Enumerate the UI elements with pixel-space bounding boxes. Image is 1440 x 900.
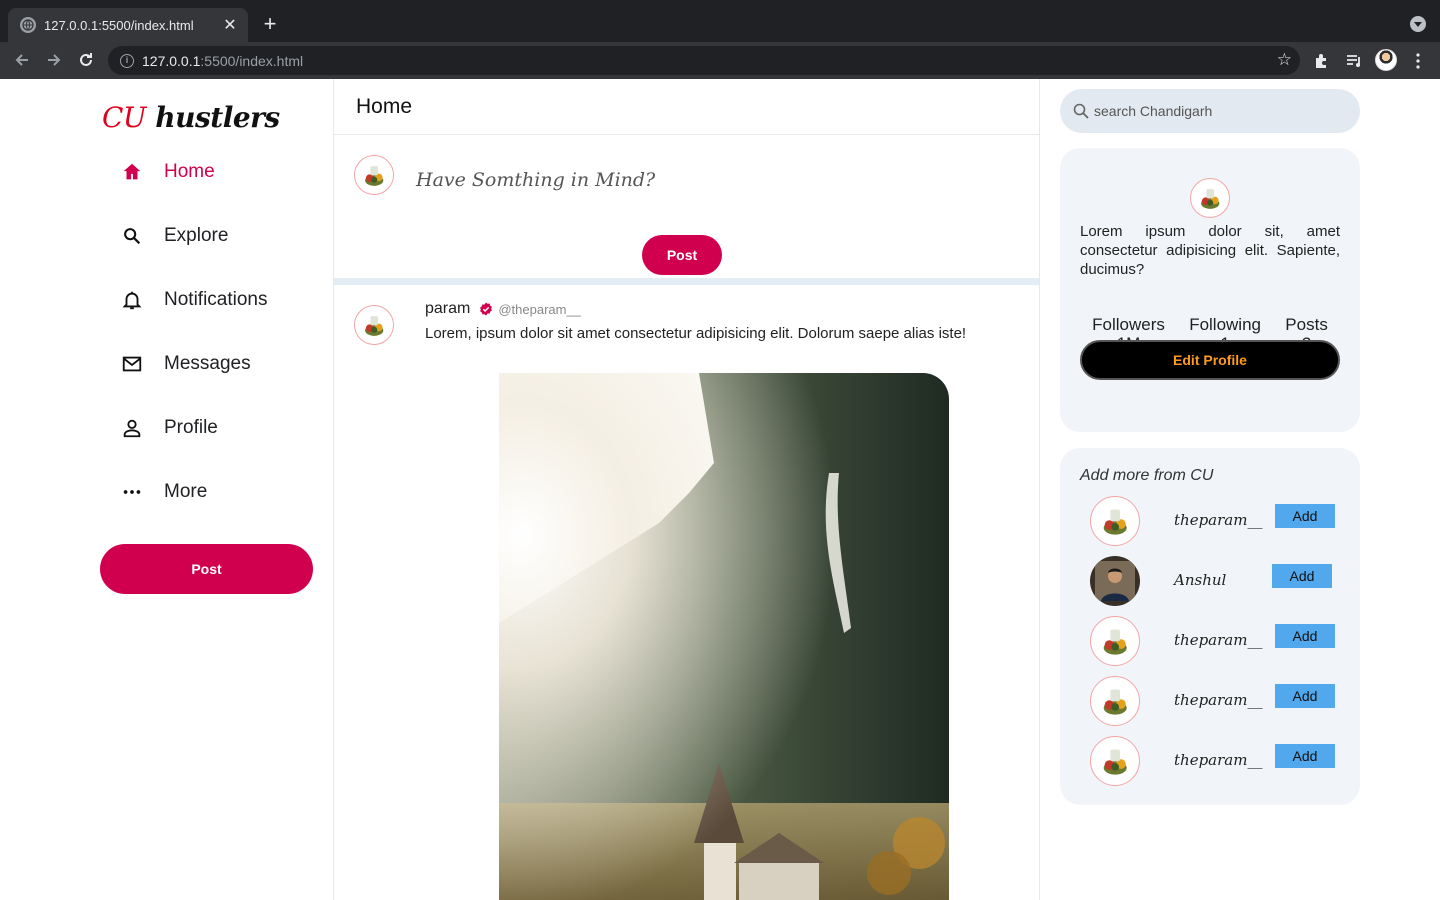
more-icon [120, 480, 144, 504]
avatar[interactable] [1090, 676, 1140, 726]
sidebar-item-more[interactable]: More [120, 477, 207, 507]
mail-icon [120, 352, 144, 376]
stat-label: Followers [1092, 315, 1165, 334]
feed-column: Home Have Somthing in Mind? Post param @… [333, 79, 1040, 900]
suggestion-row: theparam__ Add [1090, 736, 1340, 786]
new-tab-button[interactable]: + [258, 12, 282, 36]
stat-label: Following [1189, 315, 1261, 334]
suggestions-card: Add more from CU theparam__ Add Anshul A… [1060, 448, 1360, 805]
edit-profile-button[interactable]: Edit Profile [1080, 340, 1340, 380]
sidebar-item-profile[interactable]: Profile [120, 413, 218, 443]
info-icon[interactable]: i [120, 53, 134, 68]
post-text: Lorem, ipsum dolor sit amet consectetur … [425, 325, 967, 342]
add-button[interactable]: Add [1275, 624, 1335, 648]
search-icon [120, 224, 144, 248]
browser-tab[interactable]: 127.0.0.1:5500/index.html ✕ [8, 8, 248, 42]
post-composer: Have Somthing in Mind? Post [334, 135, 1039, 285]
logo-cu: CU [102, 101, 147, 134]
search-input[interactable] [1094, 103, 1334, 119]
avatar[interactable] [1190, 178, 1230, 218]
food-bowl-icon [1200, 188, 1220, 209]
reload-icon[interactable] [74, 48, 98, 72]
suggestion-name[interactable]: theparam__ [1174, 691, 1262, 709]
close-tab-icon[interactable]: ✕ [222, 15, 238, 35]
avatar[interactable] [354, 155, 394, 195]
post-header: param @theparam__ [425, 300, 581, 318]
profile-bio: Lorem ipsum dolor sit, amet consectetur … [1080, 223, 1340, 278]
extensions-icon[interactable] [1311, 50, 1333, 72]
browser-profile-avatar[interactable] [1375, 49, 1397, 71]
suggestion-row: theparam__ Add [1090, 676, 1340, 726]
profile-card: Lorem ipsum dolor sit, amet consectetur … [1060, 148, 1360, 432]
stat-label: Posts [1285, 315, 1328, 334]
sidebar-post-button[interactable]: Post [100, 544, 313, 594]
sidebar-item-label: Messages [164, 353, 251, 374]
back-arrow-icon[interactable] [10, 48, 34, 72]
suggestions-title: Add more from CU [1080, 467, 1214, 484]
logo[interactable]: CU hustlers [102, 101, 280, 134]
person-photo-icon [1095, 561, 1135, 601]
verified-badge-icon [480, 302, 493, 316]
sidebar-item-label: Explore [164, 225, 229, 246]
browser-toolbar: i 127.0.0.1:5500/index.html ☆ [0, 42, 1440, 79]
page: CU hustlers Home Explore Notifications M… [0, 79, 1440, 900]
media-control-icon[interactable] [1343, 50, 1365, 72]
post-image[interactable] [499, 373, 949, 900]
logo-hustlers: hustlers [146, 101, 280, 134]
bookmark-star-icon[interactable]: ☆ [1277, 51, 1292, 69]
add-button[interactable]: Add [1272, 564, 1332, 588]
avatar[interactable] [1090, 616, 1140, 666]
avatar[interactable] [354, 305, 394, 345]
composer-post-button[interactable]: Post [642, 235, 722, 275]
avatar[interactable] [1090, 736, 1140, 786]
browser-tabstrip: 127.0.0.1:5500/index.html ✕ + [0, 0, 1440, 42]
sidebar-item-notifications[interactable]: Notifications [120, 285, 268, 315]
globe-icon [20, 17, 36, 33]
food-bowl-icon [364, 165, 384, 186]
search-icon [1073, 103, 1089, 119]
suggestion-name[interactable]: theparam__ [1174, 631, 1262, 649]
sidebar-item-label: Profile [164, 417, 218, 438]
add-button[interactable]: Add [1275, 504, 1335, 528]
forward-arrow-icon[interactable] [42, 48, 66, 72]
suggestion-name[interactable]: theparam__ [1174, 511, 1262, 529]
post-author-name[interactable]: param [425, 300, 470, 318]
address-bar[interactable]: i 127.0.0.1:5500/index.html ☆ [108, 46, 1300, 75]
sidebar-item-label: Notifications [164, 289, 268, 310]
suggestion-row: theparam__ Add [1090, 616, 1340, 666]
food-bowl-icon [1103, 509, 1127, 535]
food-bowl-icon [1103, 689, 1127, 715]
browser-menu-icon[interactable] [1407, 50, 1429, 72]
add-button[interactable]: Add [1275, 744, 1335, 768]
bell-icon [120, 288, 144, 312]
sidebar-item-messages[interactable]: Messages [120, 349, 251, 379]
suggestion-row: Anshul Add [1090, 556, 1340, 606]
suggestion-row: theparam__ Add [1090, 496, 1340, 546]
tab-title: 127.0.0.1:5500/index.html [44, 17, 194, 33]
search-box[interactable] [1060, 89, 1360, 133]
person-icon [120, 416, 144, 440]
food-bowl-icon [364, 315, 384, 336]
sidebar-item-home[interactable]: Home [120, 157, 215, 187]
avatar[interactable] [1090, 496, 1140, 546]
food-bowl-icon [1103, 629, 1127, 655]
avatar[interactable] [1090, 556, 1140, 606]
suggestion-name[interactable]: Anshul [1174, 571, 1226, 589]
sidebar-item-label: More [164, 481, 208, 502]
food-bowl-icon [1103, 749, 1127, 775]
composer-prompt[interactable]: Have Somthing in Mind? [416, 169, 655, 191]
post-author-handle[interactable]: @theparam__ [498, 302, 581, 317]
sidebar-item-explore[interactable]: Explore [120, 221, 228, 251]
page-title: Home [334, 79, 1039, 135]
add-button[interactable]: Add [1275, 684, 1335, 708]
url-host: 127.0.0.1 [142, 52, 201, 69]
home-icon [120, 160, 144, 184]
sidebar-item-label: Home [164, 161, 215, 182]
suggestion-name[interactable]: theparam__ [1174, 751, 1262, 769]
tab-search-icon[interactable] [1410, 16, 1426, 32]
waterfall-landscape-image [499, 373, 949, 900]
url-path: :5500/index.html [200, 52, 304, 69]
